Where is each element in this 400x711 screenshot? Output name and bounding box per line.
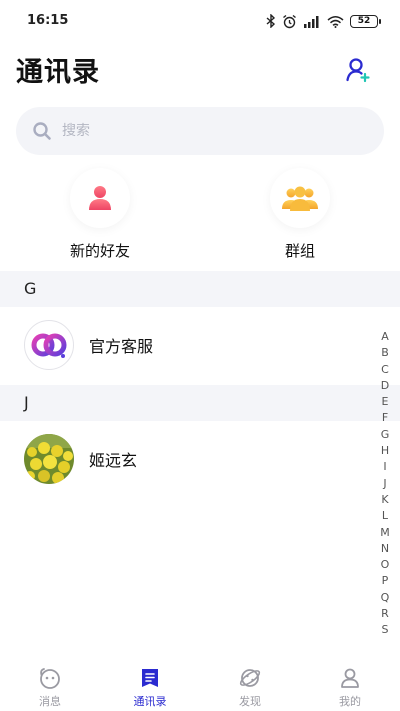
official-logo-icon (31, 333, 67, 358)
index-letter-j[interactable]: J (383, 476, 386, 492)
index-letter-h[interactable]: H (381, 443, 389, 459)
add-person-icon (346, 58, 370, 83)
message-face-icon (40, 668, 60, 689)
index-letter-f[interactable]: F (382, 410, 388, 426)
search-input[interactable] (60, 122, 344, 140)
status-icons: 52 (266, 12, 381, 30)
index-letter-i[interactable]: I (383, 459, 386, 475)
tab-messages[interactable]: 消息 (0, 655, 100, 711)
bluetooth-icon (266, 14, 276, 28)
groups-label: 群组 (284, 242, 315, 260)
group-icon (282, 186, 318, 211)
index-letter-o[interactable]: O (381, 557, 390, 573)
tab-bar: 消息 通讯录 发现 我的 (0, 655, 400, 711)
index-letter-s[interactable]: S (382, 622, 389, 638)
groups-icon-circle (270, 168, 330, 228)
section-header-g: G (0, 271, 400, 307)
contact-name: 官方客服 (89, 337, 154, 356)
alarm-icon (283, 14, 296, 28)
avatar (24, 320, 74, 370)
tab-discover[interactable]: 发现 (200, 655, 300, 711)
planet-icon (239, 669, 261, 687)
index-letter-d[interactable]: D (381, 378, 389, 394)
new-friends-label: 新的好友 (69, 242, 130, 260)
index-letter-e[interactable]: E (382, 394, 389, 410)
contact-row[interactable]: 姬远玄 (0, 429, 370, 489)
tab-label: 消息 (39, 695, 61, 708)
index-letter-n[interactable]: N (381, 541, 389, 557)
alphabet-index[interactable]: A B C D E F G H I J K L M N O P Q R S (376, 329, 394, 639)
index-letter-c[interactable]: C (381, 362, 389, 378)
new-friends-icon-circle (70, 168, 130, 228)
index-letter-b[interactable]: B (381, 345, 389, 361)
contacts-book-icon (142, 669, 158, 687)
tab-profile[interactable]: 我的 (300, 655, 400, 711)
tab-contacts[interactable]: 通讯录 (100, 655, 200, 711)
tab-label: 发现 (239, 695, 261, 708)
index-letter-g[interactable]: G (381, 427, 390, 443)
page-title: 通讯录 (16, 57, 100, 88)
add-contact-button[interactable] (343, 55, 373, 85)
wifi-icon (327, 15, 344, 28)
status-bar: 16:15 52 (0, 0, 400, 44)
battery-icon: 52 (350, 14, 381, 28)
index-letter-k[interactable]: K (381, 492, 388, 508)
signal-icon (304, 15, 319, 28)
tab-label: 通讯录 (133, 695, 167, 708)
status-time: 16:15 (27, 13, 69, 28)
profile-icon (341, 668, 359, 688)
contact-row[interactable]: 官方客服 (0, 315, 370, 375)
groups-button[interactable]: 群组 (235, 168, 365, 261)
index-letter-p[interactable]: P (382, 573, 389, 589)
contact-name: 姬远玄 (89, 451, 138, 470)
section-header-j: J (0, 385, 400, 421)
search-icon (33, 122, 51, 140)
index-letter-m[interactable]: M (380, 525, 390, 541)
index-letter-a[interactable]: A (381, 329, 389, 345)
search-bar[interactable] (16, 107, 384, 155)
person-icon (89, 186, 111, 210)
index-letter-l[interactable]: L (382, 508, 388, 524)
index-letter-r[interactable]: R (381, 606, 389, 622)
avatar (24, 434, 74, 484)
new-friends-button[interactable]: 新的好友 (35, 168, 165, 261)
tab-label: 我的 (339, 695, 361, 708)
flowers-photo (24, 434, 74, 484)
index-letter-q[interactable]: Q (381, 590, 390, 606)
